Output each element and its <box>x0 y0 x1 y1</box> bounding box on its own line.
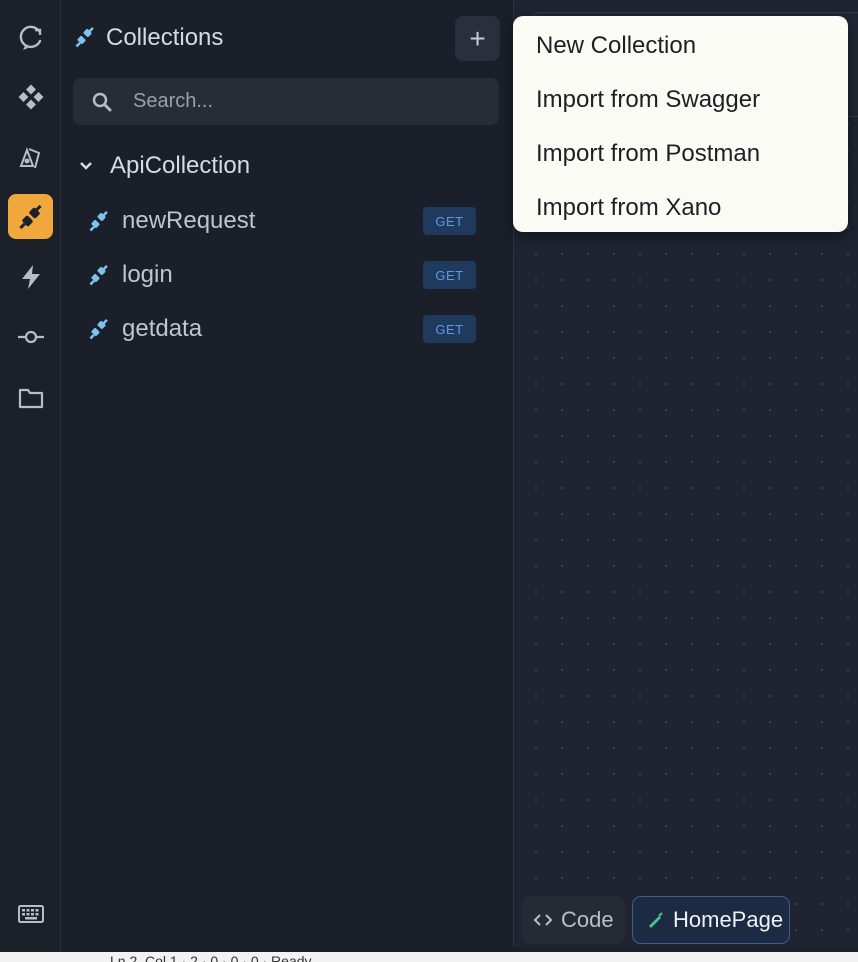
request-item[interactable]: newRequest GET <box>88 201 488 241</box>
collection-group[interactable]: ApiCollection <box>76 148 250 184</box>
nav-rail <box>0 0 61 952</box>
collection-name: ApiCollection <box>110 152 251 179</box>
folder-icon <box>18 388 43 408</box>
tab-code[interactable]: Code <box>521 896 625 944</box>
request-item[interactable]: getdata GET <box>88 309 488 349</box>
tab-homepage[interactable]: HomePage <box>632 896 790 944</box>
status-bar: Ln 2, Col 1 · 2 · 0 · 0 · 0 · Ready <box>0 952 858 962</box>
menu-item-new-collection[interactable]: New Collection <box>536 32 696 60</box>
rail-agent-button[interactable] <box>8 15 53 60</box>
commit-icon <box>17 330 44 343</box>
search-box <box>73 78 499 125</box>
menu-item-import-xano[interactable]: Import from Xano <box>536 194 721 222</box>
search-input[interactable] <box>133 78 483 125</box>
request-label: login <box>122 261 173 288</box>
plus-icon: + <box>469 22 486 54</box>
api-plug-icon <box>89 211 108 232</box>
components-icon <box>18 84 43 109</box>
method-badge: GET <box>423 207 476 235</box>
theme-icon <box>19 146 40 168</box>
request-label: getdata <box>122 315 203 342</box>
refresh-question-icon <box>19 25 41 50</box>
api-plug-icon <box>75 27 94 48</box>
api-plug-icon <box>18 204 42 229</box>
menu-item-import-postman[interactable]: Import from Postman <box>536 140 760 168</box>
tab-homepage-label: HomePage <box>673 907 784 932</box>
keyboard-icon <box>17 904 44 923</box>
request-label: newRequest <box>122 207 256 234</box>
panel-title: Collections <box>106 24 224 51</box>
app-window: Collections + ApiCollection newRequest G… <box>0 0 858 962</box>
rail-components-button[interactable] <box>8 74 53 119</box>
rail-actions-button[interactable] <box>8 254 53 299</box>
tab-code-label: Code <box>561 907 614 932</box>
add-collection-button[interactable]: + <box>455 16 500 61</box>
rail-theme-button[interactable] <box>8 135 53 180</box>
rail-api-button[interactable] <box>8 194 53 239</box>
method-badge: GET <box>423 261 476 289</box>
rail-files-button[interactable] <box>8 375 53 420</box>
request-item[interactable]: login GET <box>88 255 488 295</box>
rail-commit-button[interactable] <box>8 314 53 359</box>
rail-shortcuts-button[interactable] <box>8 891 53 936</box>
api-plug-icon <box>89 319 108 340</box>
add-collection-menu: New Collection Import from Swagger Impor… <box>513 16 848 232</box>
collections-panel: Collections + ApiCollection newRequest G… <box>62 0 512 952</box>
page-icon <box>649 912 663 928</box>
code-icon <box>533 914 553 926</box>
status-text: Ln 2, Col 1 · 2 · 0 · 0 · 0 · Ready <box>110 953 312 962</box>
menu-item-import-swagger[interactable]: Import from Swagger <box>536 86 760 114</box>
lightning-icon <box>21 264 40 289</box>
api-plug-icon <box>89 265 108 286</box>
method-badge: GET <box>423 315 476 343</box>
search-icon <box>92 92 112 112</box>
chevron-down-icon[interactable] <box>76 156 96 176</box>
